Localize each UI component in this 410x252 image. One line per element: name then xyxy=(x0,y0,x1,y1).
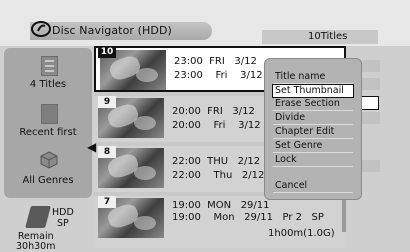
left-panel: 4 Titles Recent first All Genres xyxy=(4,48,92,198)
selection-bracket xyxy=(362,96,379,110)
pointer-arrow-icon: ◀ xyxy=(87,140,97,154)
title-record-info: 20:00 Fri 3/12 xyxy=(172,120,261,131)
title-airtime: 19:00 MON 29/11 xyxy=(172,200,270,211)
title-row[interactable]: 7 19:00 MON 29/11 19:00 Mon 29/11 Pr 2 S… xyxy=(94,196,346,248)
hdd-disc-icon xyxy=(25,206,51,228)
title-airtime: 23:00 FRI 3/12 xyxy=(174,56,257,67)
record-mode: SP xyxy=(57,218,69,229)
remain-info: Remain 30h30m xyxy=(16,232,55,252)
disc-info: HDD SP xyxy=(52,207,74,229)
title-count: 10Titles xyxy=(308,31,348,42)
disc-type: HDD xyxy=(52,207,74,218)
edit-menu: Title name Set Thumbnail Erase Section D… xyxy=(264,58,362,200)
title-number: 10 xyxy=(98,46,116,58)
menu-item-chapter-edit[interactable]: Chapter Edit xyxy=(273,126,353,139)
title-record-info: 22:00 Thu 2/12 xyxy=(172,170,265,181)
menu-item-title-name[interactable]: Title name xyxy=(273,71,353,84)
menu-item-erase-section[interactable]: Erase Section xyxy=(273,98,353,111)
menu-item-divide[interactable]: Divide xyxy=(273,112,353,125)
title-airtime: 22:00 THU 2/12 xyxy=(172,156,261,167)
title-number: 9 xyxy=(98,96,116,108)
title-record-info: 19:00 Mon 29/11 Pr 2 SP xyxy=(172,212,324,223)
title-number: 7 xyxy=(98,196,116,208)
list-icon xyxy=(41,56,58,76)
title-number: 8 xyxy=(98,146,116,158)
square-icon xyxy=(41,104,58,124)
genre-filter[interactable]: All Genres xyxy=(4,150,92,186)
remain-value: 30h30m xyxy=(16,241,56,252)
disc-navigator-logo-icon xyxy=(31,21,51,37)
title-duration: 1h00m(1.0G) xyxy=(268,228,335,239)
cube-icon xyxy=(40,151,58,169)
page-title: Disc Navigator (HDD) xyxy=(52,24,172,37)
menu-item-cancel[interactable]: Cancel xyxy=(273,180,353,193)
menu-item-lock[interactable]: Lock xyxy=(273,154,353,167)
title-record-info: 23:00 Fri 3/12 F xyxy=(174,70,278,81)
title-airtime: 20:00 FRI 3/12 xyxy=(172,106,255,117)
sort-order[interactable]: Recent first xyxy=(4,102,92,138)
menu-item-set-genre[interactable]: Set Genre xyxy=(273,140,353,153)
menu-item-set-thumbnail[interactable]: Set Thumbnail xyxy=(272,84,354,98)
filter-titles[interactable]: 4 Titles xyxy=(4,54,92,90)
